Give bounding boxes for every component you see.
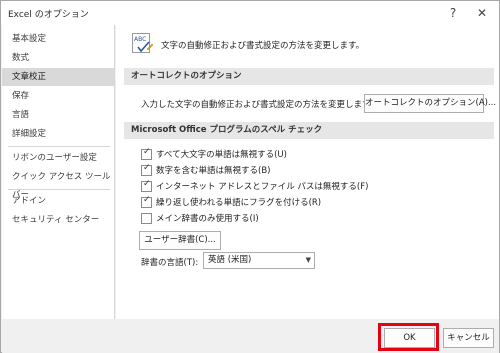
custom-dictionaries-button[interactable]: ユーザー辞書(C)... [139, 231, 221, 250]
spelling-section-header: Microsoft Office プログラムのスペル チェック [124, 122, 494, 139]
sidebar-item-formulas[interactable]: 数式 [2, 49, 115, 67]
ok-button-highlight-box [378, 323, 439, 351]
dictionary-language-select[interactable]: 英語 (米国) ▼ [203, 252, 315, 269]
title-bar: Excel のオプション ? ✕ [1, 1, 499, 25]
sidebar-item-customize-ribbon[interactable]: リボンのユーザー設定 [2, 149, 115, 167]
window-title: Excel のオプション [8, 10, 89, 20]
check-icon: ✓ [143, 195, 151, 205]
sidebar-item-proofing[interactable]: 文章校正 [2, 68, 115, 86]
sidebar-item-trust-center[interactable]: セキュリティ センター [2, 211, 115, 229]
abc-spellcheck-icon: ABC [132, 33, 154, 53]
autocorrect-description: 入力した文字の自動修正および書式設定の方法を変更します: [141, 100, 374, 110]
cancel-button[interactable]: キャンセル [443, 328, 494, 348]
autocorrect-section-header: オートコレクトのオプション [124, 68, 494, 85]
checkbox[interactable] [141, 213, 152, 224]
proofing-panel: ABC 文字の自動修正および書式設定の方法を変更します。 オートコレクトのオプシ… [116, 25, 499, 319]
sidebar-item-addins[interactable]: アドイン [2, 192, 115, 210]
sidebar-divider [8, 189, 110, 190]
dictionary-language-value: 英語 (米国) [208, 255, 252, 265]
sidebar-item-quick-access-toolbar[interactable]: クイック アクセス ツール バー [2, 168, 115, 200]
sidebar-divider [8, 146, 110, 147]
help-button[interactable]: ? [442, 3, 464, 23]
option-label: メイン辞書のみ使用する(I) [156, 214, 259, 224]
option-label: 数字を含む単語は無視する(B) [156, 166, 271, 176]
option-label: 繰り返し使われる単語にフラグを付ける(R) [156, 198, 322, 208]
check-icon: ✓ [143, 163, 151, 173]
svg-text:ABC: ABC [134, 36, 146, 43]
dictionary-language-label: 辞書の言語(T): [141, 258, 199, 268]
option-label: インターネット アドレスとファイル パスは無視する(F) [156, 182, 369, 192]
autocorrect-options-button[interactable]: オートコレクトのオプション(A)... [364, 94, 496, 113]
close-button[interactable]: ✕ [471, 3, 493, 23]
checkbox[interactable]: ✓ [141, 147, 152, 160]
checkbox[interactable]: ✓ [141, 195, 152, 208]
excel-options-dialog: Excel のオプション ? ✕ 基本設定 数式 文章校正 保存 言語 詳細設定… [0, 0, 500, 353]
sidebar-item-language[interactable]: 言語 [2, 106, 115, 124]
option-label: すべて大文字の単語は無視する(U) [156, 150, 287, 160]
check-icon: ✓ [143, 179, 151, 189]
check-icon: ✓ [143, 147, 151, 157]
sidebar-item-general[interactable]: 基本設定 [2, 30, 115, 48]
checkbox[interactable]: ✓ [141, 179, 152, 192]
sidebar: 基本設定 数式 文章校正 保存 言語 詳細設定 リボンのユーザー設定 クイック … [2, 25, 115, 319]
checkbox[interactable]: ✓ [141, 163, 152, 176]
sidebar-item-save[interactable]: 保存 [2, 87, 115, 105]
sidebar-item-advanced[interactable]: 詳細設定 [2, 125, 115, 143]
chevron-down-icon: ▼ [305, 256, 311, 264]
panel-description: 文字の自動修正および書式設定の方法を変更します。 [161, 41, 365, 51]
